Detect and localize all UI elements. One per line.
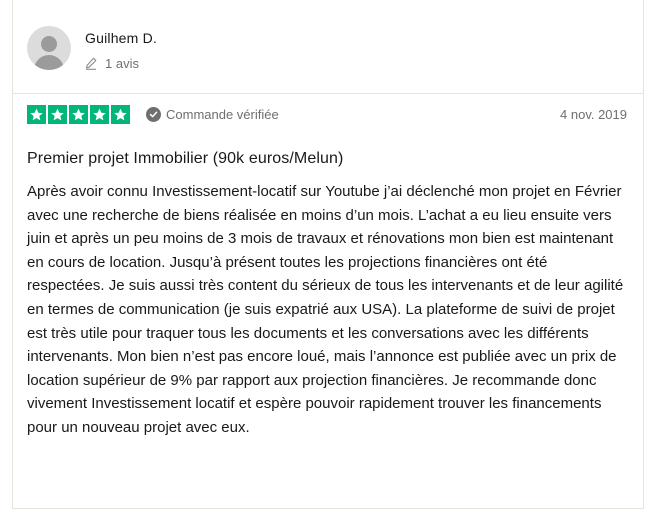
verified-badge[interactable]: Commande vérifiée xyxy=(146,106,279,122)
consumer-details: Guilhem D. 1 avis xyxy=(85,26,157,71)
user-silhouette-body xyxy=(34,55,64,70)
star-icon xyxy=(90,104,109,124)
star-rating xyxy=(27,104,132,124)
star-icon xyxy=(27,104,46,124)
star-icon xyxy=(48,104,67,124)
review-text: Après avoir connu Investissement-locatif… xyxy=(27,183,624,436)
user-silhouette-icon xyxy=(41,36,57,52)
star-icon xyxy=(69,104,88,124)
consumer-reviews-count: 1 avis xyxy=(85,56,157,71)
star-icon xyxy=(111,104,130,124)
verified-label: Commande vérifiée xyxy=(166,106,279,122)
reviews-count-label: 1 avis xyxy=(105,56,139,71)
review-meta: Commande vérifiée 4 nov. 2019 xyxy=(27,104,627,124)
consumer-name[interactable]: Guilhem D. xyxy=(85,30,157,46)
header-divider xyxy=(13,93,643,94)
consumer-info[interactable]: Guilhem D. 1 avis xyxy=(27,26,157,71)
avatar[interactable] xyxy=(27,26,71,70)
review-title[interactable]: Premier projet Immobilier (90k euros/Mel… xyxy=(27,150,343,168)
checkmark-icon xyxy=(146,106,161,122)
pencil-icon xyxy=(85,57,97,70)
review-card: Guilhem D. 1 avis Commande vérifiée 4 no… xyxy=(12,0,644,509)
review-date: 4 nov. 2019 xyxy=(560,106,627,122)
